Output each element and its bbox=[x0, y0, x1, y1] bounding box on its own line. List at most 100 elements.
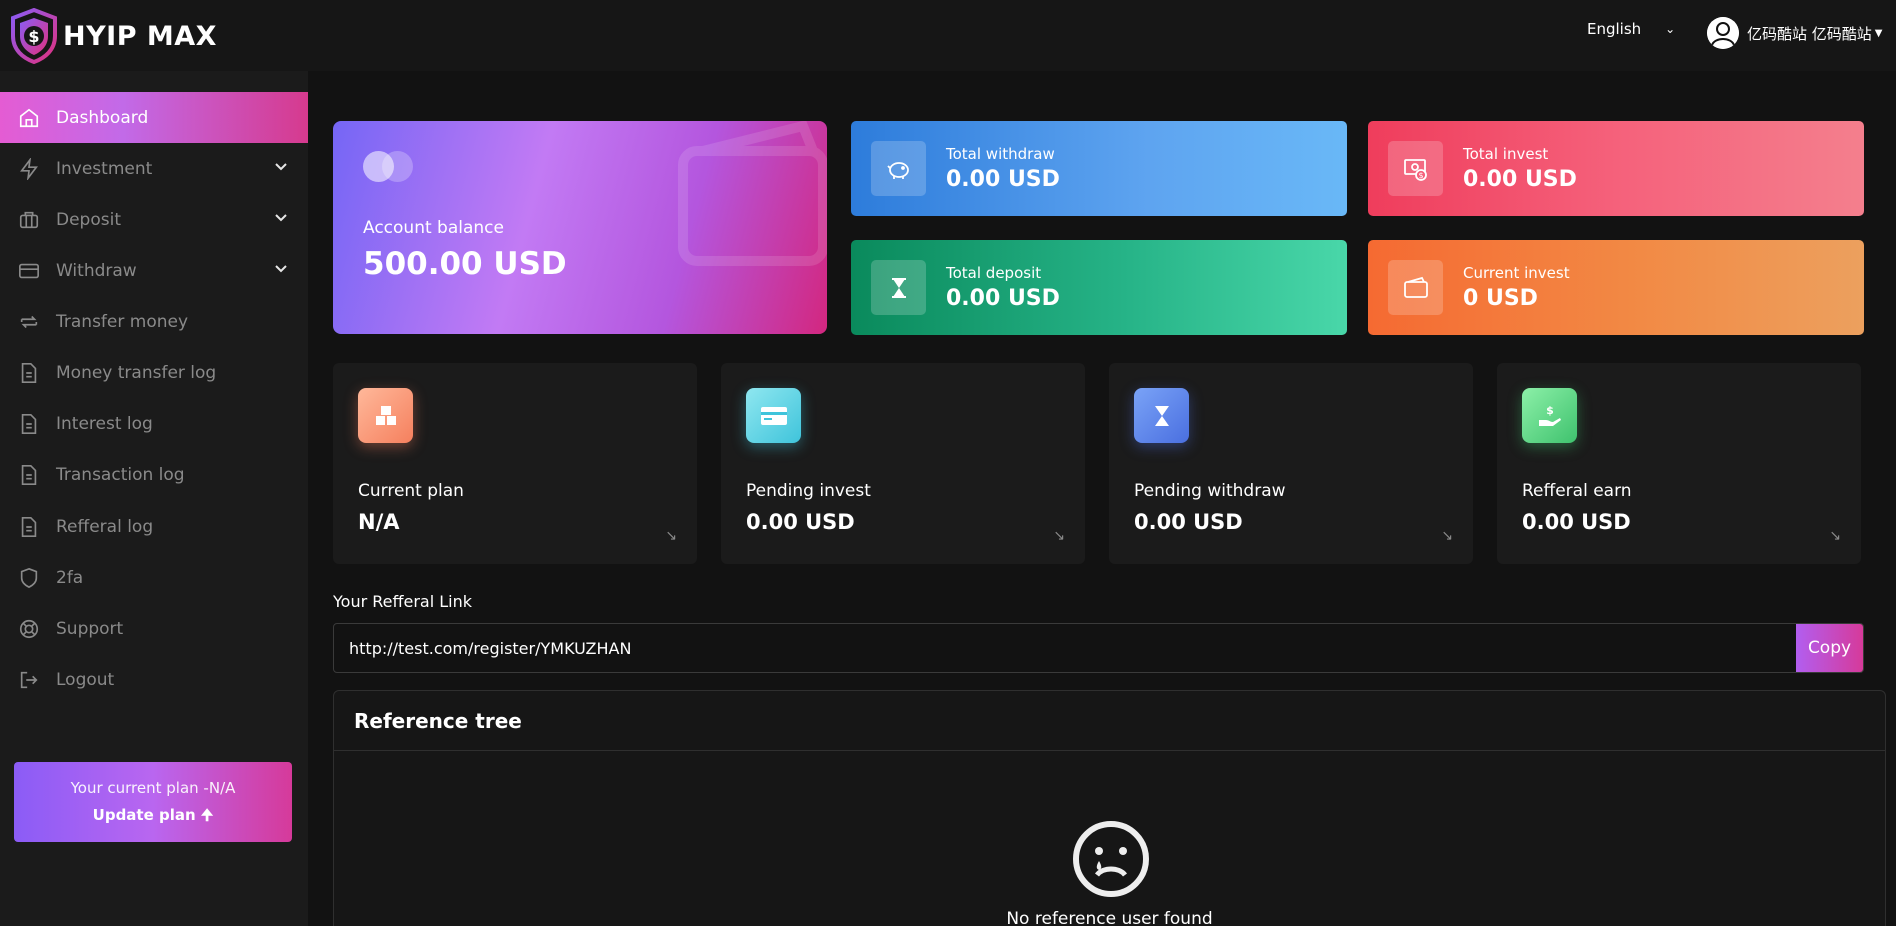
arrow-up-icon: 🠉 bbox=[200, 806, 214, 824]
pending-invest-value: 0.00 USD bbox=[746, 510, 855, 534]
refferal-link-label: Your Refferal Link bbox=[333, 592, 473, 611]
empty-state-text: No reference user found bbox=[1006, 909, 1213, 926]
sidebar-item-2fa[interactable]: 2fa bbox=[0, 552, 308, 603]
sidebar-item-dashboard[interactable]: Dashboard bbox=[0, 92, 308, 143]
brand[interactable]: $ HYIP MAX bbox=[10, 8, 217, 64]
sidebar-item-label: Interest log bbox=[56, 413, 153, 434]
bolt-icon bbox=[18, 157, 40, 180]
card-dots-icon bbox=[363, 151, 413, 183]
sidebar-item-label: Transfer money bbox=[56, 311, 189, 332]
copy-button[interactable]: Copy bbox=[1796, 624, 1863, 672]
total-invest-card: $ Total invest 0.00 USD bbox=[1368, 121, 1864, 216]
brand-name: HYIP MAX bbox=[63, 20, 217, 52]
sidebar-item-transaction-log[interactable]: Transaction log bbox=[0, 449, 308, 500]
sidebar-item-investment[interactable]: Investment bbox=[0, 143, 308, 194]
sidebar-item-support[interactable]: Support bbox=[0, 603, 308, 654]
sidebar-item-logout[interactable]: Logout bbox=[0, 654, 308, 705]
current-plan-card[interactable]: Current plan N/A ↘ bbox=[333, 363, 697, 564]
sidebar-item-interest-log[interactable]: Interest log bbox=[0, 398, 308, 449]
sidebar-item-transfer-money[interactable]: Transfer money bbox=[0, 296, 308, 347]
boxes-icon bbox=[358, 388, 413, 443]
sidebar: Dashboard Investment Deposit Withdraw Tr… bbox=[0, 71, 308, 926]
sidebar-item-refferal-log[interactable]: Refferal log bbox=[0, 501, 308, 552]
total-invest-value: 0.00 USD bbox=[1463, 167, 1577, 192]
top-bar: $ HYIP MAX English ⌄ 亿码酷站 亿码酷站 ▼ bbox=[0, 0, 1896, 71]
reference-tree-title: Reference tree bbox=[354, 708, 522, 733]
pending-invest-card[interactable]: Pending invest 0.00 USD ↘ bbox=[721, 363, 1085, 564]
total-withdraw-card: Total withdraw 0.00 USD bbox=[851, 121, 1347, 216]
avatar bbox=[1707, 17, 1739, 49]
current-plan-text: Your current plan -N/A bbox=[70, 779, 236, 797]
update-plan-button[interactable]: Update plan 🠉 bbox=[14, 805, 292, 830]
sidebar-item-label: Logout bbox=[56, 669, 115, 690]
sidebar-item-withdraw[interactable]: Withdraw bbox=[0, 245, 308, 296]
wallet-watermark-icon bbox=[678, 121, 827, 266]
chevron-down-icon bbox=[275, 163, 287, 171]
arrow-down-right-icon: ↘ bbox=[665, 528, 677, 544]
refferal-earn-card[interactable]: $ Refferal earn 0.00 USD ↘ bbox=[1497, 363, 1861, 564]
sad-face-icon bbox=[1073, 821, 1149, 897]
sidebar-item-label: Withdraw bbox=[56, 260, 137, 281]
refferal-link-input[interactable] bbox=[334, 624, 1818, 672]
chevron-down-icon: ⌄ bbox=[1665, 22, 1676, 36]
sidebar-item-money-transfer-log[interactable]: Money transfer log bbox=[0, 347, 308, 398]
current-plan-box: Your current plan -N/A Update plan 🠉 bbox=[14, 762, 292, 842]
pending-withdraw-value: 0.00 USD bbox=[1134, 510, 1243, 534]
arrow-down-right-icon: ↘ bbox=[1441, 528, 1453, 544]
language-value: English bbox=[1587, 20, 1642, 38]
current-invest-label: Current invest bbox=[1463, 264, 1570, 282]
arrow-down-right-icon: ↘ bbox=[1053, 528, 1065, 544]
shield-icon bbox=[18, 567, 40, 589]
chevron-down-icon bbox=[275, 265, 287, 273]
sidebar-item-label: Transaction log bbox=[56, 464, 185, 485]
hourglass-icon bbox=[871, 260, 926, 315]
pending-withdraw-card[interactable]: Pending withdraw 0.00 USD ↘ bbox=[1109, 363, 1473, 564]
refferal-earn-label: Refferal earn bbox=[1522, 481, 1632, 501]
piggy-bank-icon bbox=[871, 141, 926, 196]
hourglass-icon bbox=[1134, 388, 1189, 443]
current-plan-label: Current plan bbox=[358, 481, 464, 501]
pending-invest-label: Pending invest bbox=[746, 481, 871, 501]
arrow-down-right-icon: ↘ bbox=[1829, 528, 1841, 544]
current-invest-value: 0 USD bbox=[1463, 286, 1538, 311]
svg-text:$: $ bbox=[1418, 171, 1423, 180]
sidebar-item-label: Dashboard bbox=[56, 107, 149, 128]
current-plan-value: N/A bbox=[358, 510, 400, 534]
user-menu[interactable]: 亿码酷站 亿码酷站 ▼ bbox=[1707, 17, 1882, 49]
money-bill-icon: $ bbox=[1388, 141, 1443, 196]
home-icon bbox=[18, 107, 40, 129]
balance-label: Account balance bbox=[363, 218, 504, 238]
sidebar-item-deposit[interactable]: Deposit bbox=[0, 194, 308, 245]
reference-tree-header: Reference tree bbox=[334, 691, 1885, 751]
sidebar-item-label: Money transfer log bbox=[56, 362, 217, 383]
refferal-earn-value: 0.00 USD bbox=[1522, 510, 1631, 534]
svg-text:$: $ bbox=[28, 27, 39, 46]
sidebar-item-label: Refferal log bbox=[56, 516, 154, 537]
refferal-link-group: Copy bbox=[333, 623, 1864, 673]
svg-text:$: $ bbox=[1546, 404, 1554, 417]
logout-icon bbox=[18, 669, 40, 691]
balance-value: 500.00 USD bbox=[363, 246, 567, 282]
briefcase-icon bbox=[18, 209, 40, 231]
total-invest-label: Total invest bbox=[1463, 145, 1549, 163]
hand-dollar-icon: $ bbox=[1522, 388, 1577, 443]
sidebar-item-label: Investment bbox=[56, 158, 153, 179]
update-plan-label: Update plan bbox=[92, 806, 196, 824]
document-icon bbox=[18, 464, 40, 486]
caret-down-icon: ▼ bbox=[1874, 27, 1883, 39]
pending-withdraw-label: Pending withdraw bbox=[1134, 481, 1286, 501]
total-deposit-card: Total deposit 0.00 USD bbox=[851, 240, 1347, 335]
lifebuoy-icon bbox=[18, 618, 40, 640]
user-icon bbox=[1707, 17, 1739, 49]
document-icon bbox=[18, 362, 40, 384]
account-balance-card: Account balance 500.00 USD bbox=[333, 121, 827, 334]
document-icon bbox=[18, 516, 40, 538]
sidebar-item-label: Deposit bbox=[56, 209, 121, 230]
credit-card-icon bbox=[18, 260, 40, 282]
language-select[interactable]: English ⌄ bbox=[1587, 20, 1675, 38]
total-withdraw-label: Total withdraw bbox=[946, 145, 1055, 163]
total-deposit-label: Total deposit bbox=[946, 264, 1042, 282]
wallet-icon bbox=[1388, 260, 1443, 315]
user-name: 亿码酷站 亿码酷站 bbox=[1747, 24, 1872, 43]
transfer-icon bbox=[18, 311, 40, 333]
